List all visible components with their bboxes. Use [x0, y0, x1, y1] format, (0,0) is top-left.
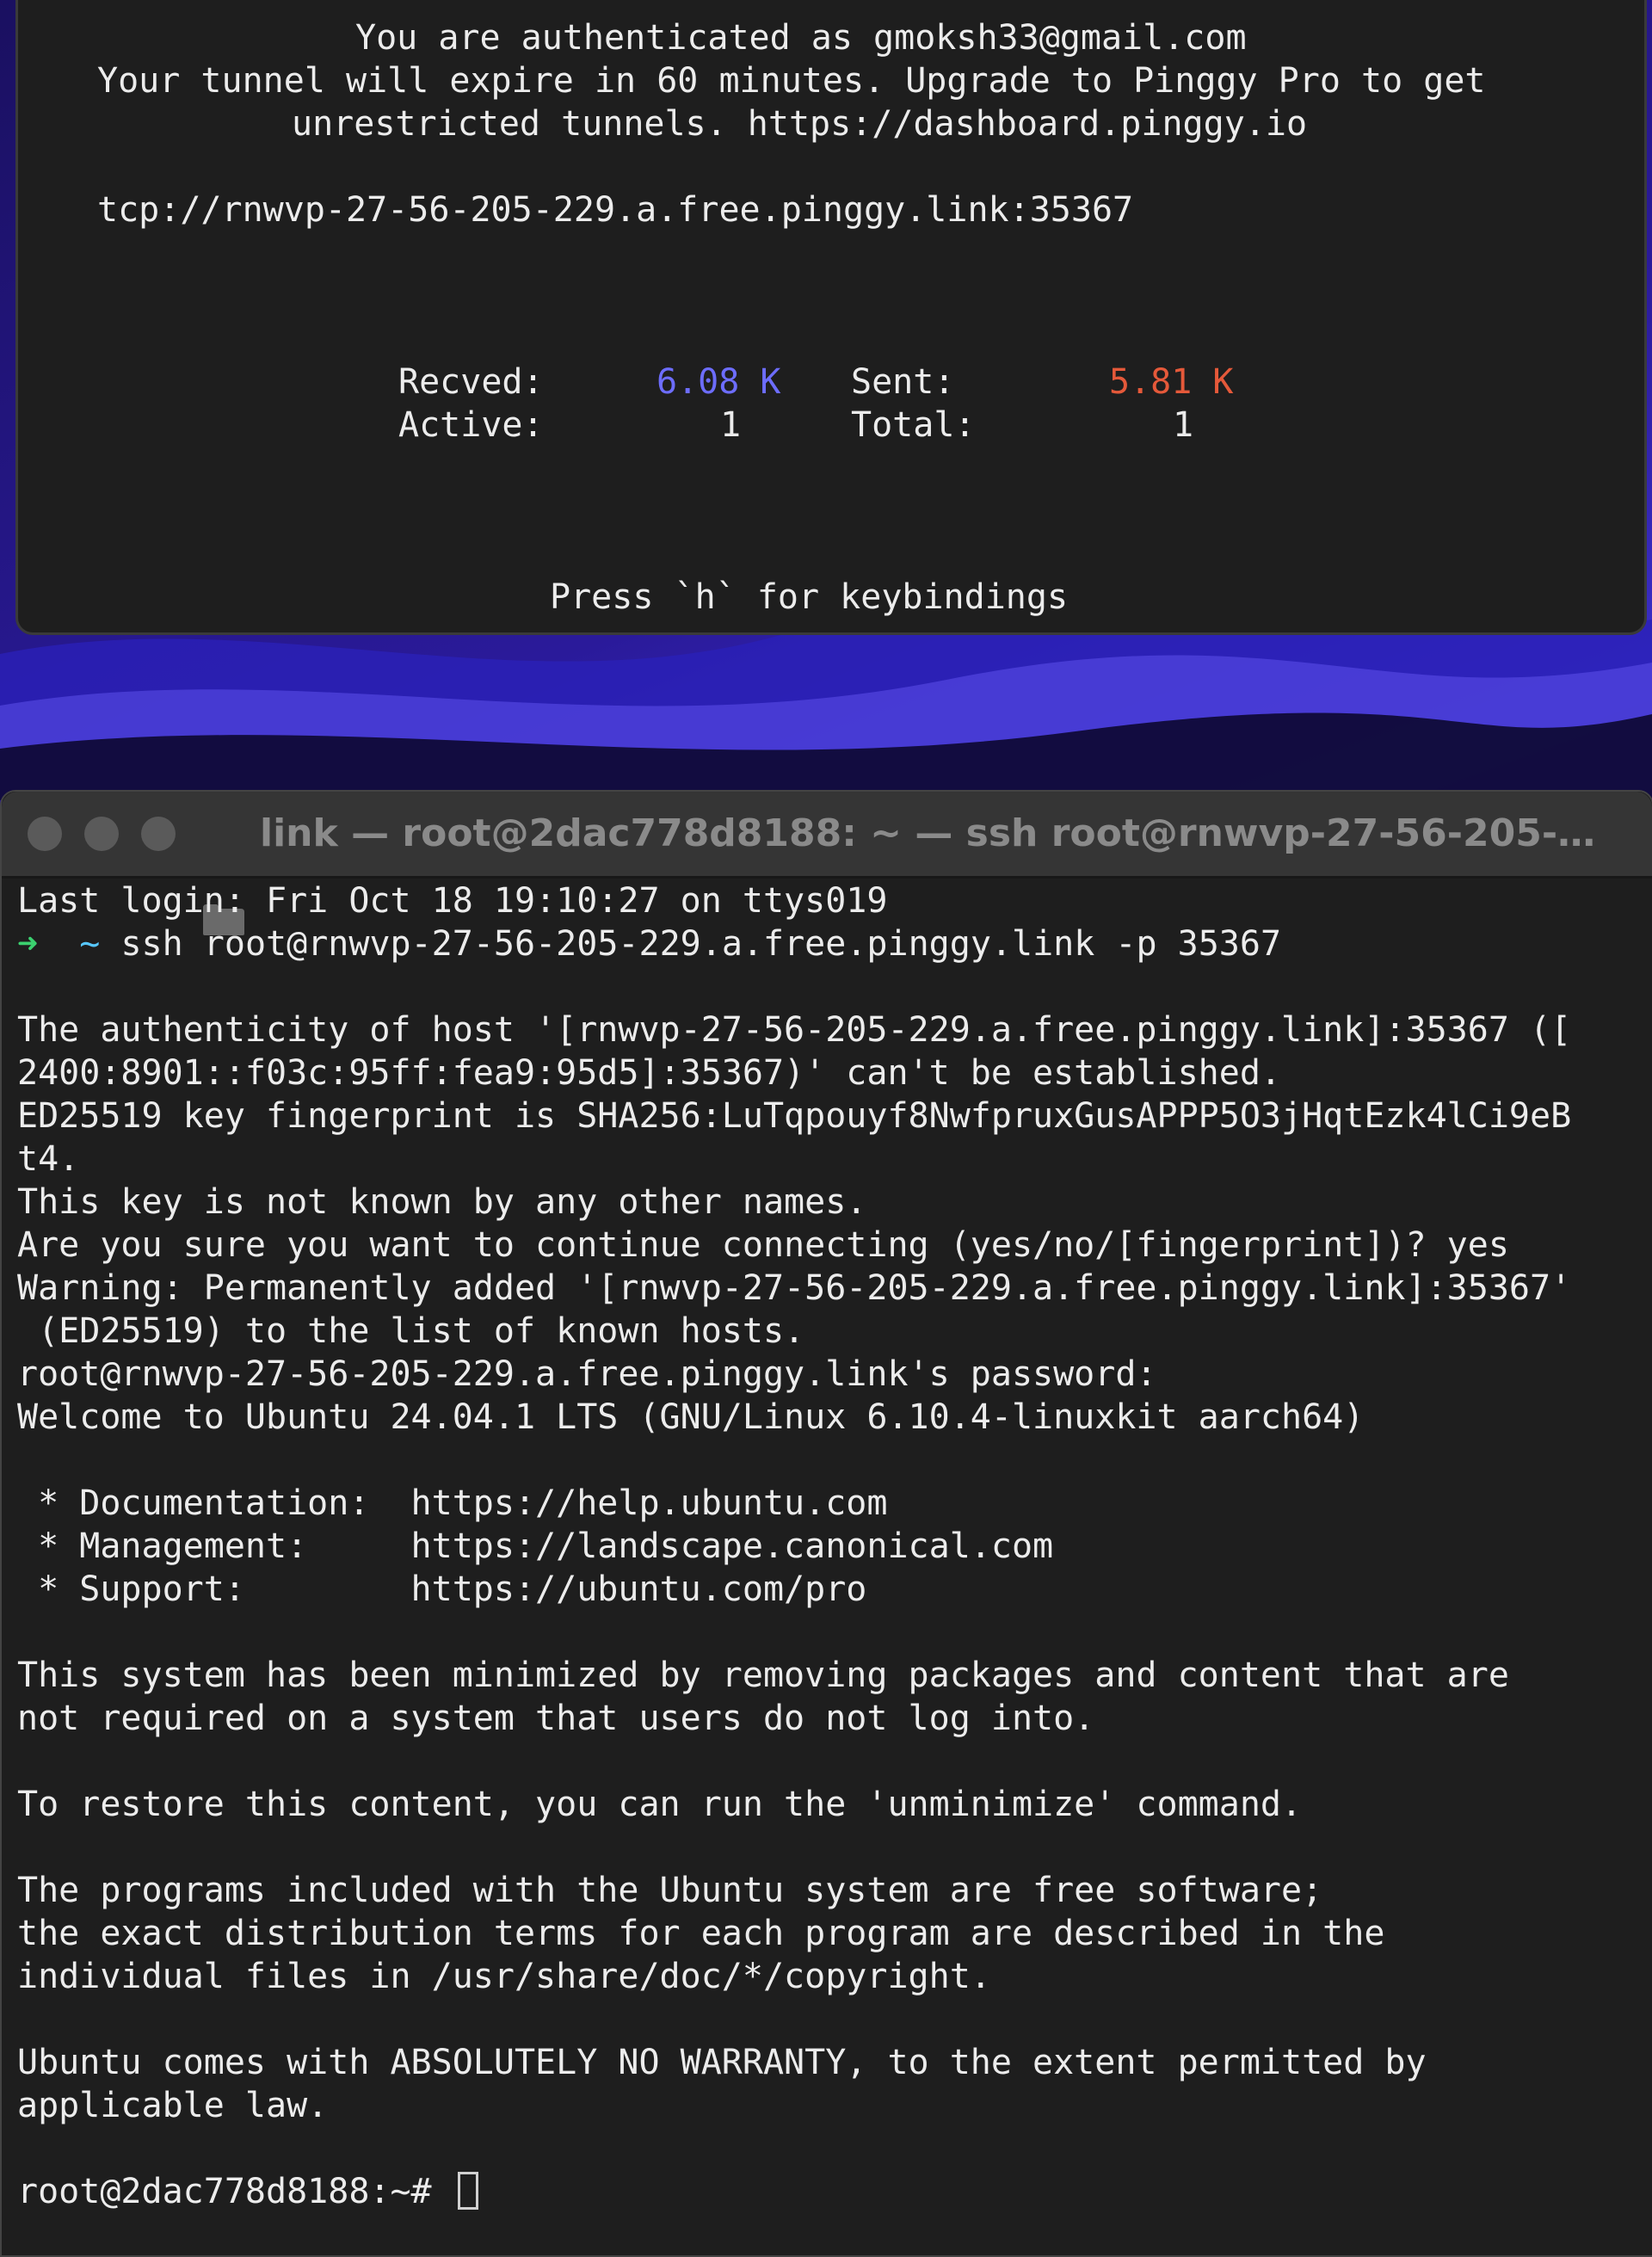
terminal-line: This key is not known by any other names… [17, 1182, 867, 1222]
ssh-terminal-window[interactable]: link — root@2dac778d8188: ~ — ssh root@r… [0, 790, 1652, 2257]
minimize-window-button[interactable] [84, 817, 119, 851]
window-titlebar[interactable]: link — root@2dac778d8188: ~ — ssh root@r… [2, 792, 1652, 935]
terminal-line: * Documentation: https://help.ubuntu.com [17, 1483, 888, 1523]
sent-value: 5.81 K [1109, 362, 1234, 402]
terminal-line: root@rnwvp-27-56-205-229.a.free.pinggy.l… [17, 1354, 1157, 1394]
terminal-line: Welcome to Ubuntu 24.04.1 LTS (GNU/Linux… [17, 1397, 1365, 1437]
prompt-dir: ~ [79, 924, 101, 964]
active-value: 1 [720, 405, 742, 445]
expire-line-1: Your tunnel will expire in 60 minutes. U… [97, 61, 1486, 101]
recved-value: 6.08 K [656, 362, 781, 402]
terminal-line: Last login: Fri Oct 18 19:10:27 on ttys0… [17, 881, 888, 921]
terminal-line: Warning: Permanently added '[rnwvp-27-56… [17, 1268, 1572, 1308]
terminal-line: Are you sure you want to continue connec… [17, 1225, 1509, 1265]
terminal-line: To restore this content, you can run the… [17, 1785, 1303, 1824]
terminal-line: applicable law. [17, 2086, 329, 2125]
command-line: ➜ ~ ssh root@rnwvp-27-56-205-229.a.free.… [17, 922, 1281, 965]
total-value: 1 [1173, 405, 1194, 445]
terminal-line: not required on a system that users do n… [17, 1699, 1095, 1738]
terminal-line: The programs included with the Ubuntu sy… [17, 1871, 1323, 1910]
terminal-line: The authenticity of host '[rnwvp-27-56-2… [17, 1010, 1572, 1050]
terminal-line: * Support: https://ubuntu.com/pro [17, 1569, 867, 1609]
tunnel-url[interactable]: tcp://rnwvp-27-56-205-229.a.free.pinggy.… [97, 188, 1133, 231]
folder-icon [201, 817, 246, 935]
window-title: link — root@2dac778d8188: ~ — ssh root@r… [260, 812, 1602, 855]
terminal-line: ED25519 key fingerprint is SHA256:LuTqpo… [17, 1096, 1572, 1136]
keybindings-hint: Press `h` for keybindings [550, 577, 1069, 617]
terminal-line: * Management: https://landscape.canonica… [17, 1526, 1054, 1566]
terminal-line: (ED25519) to the list of known hosts. [17, 1311, 805, 1351]
window-controls [28, 817, 176, 851]
sent-label: Sent: [851, 362, 955, 402]
text-cursor[interactable] [457, 2172, 478, 2210]
ssh-command: ssh root@rnwvp-27-56-205-229.a.free.ping… [120, 924, 1282, 964]
pinggy-terminal-window[interactable]: You are authenticated as gmoksh33@gmail.… [15, 0, 1647, 635]
auth-line: You are authenticated as gmoksh33@gmail.… [355, 18, 1247, 58]
terminal-line: 2400:8901::f03c:95ff:fea9:95d5]:35367)' … [17, 1053, 1282, 1093]
terminal-line: This system has been minimized by removi… [17, 1656, 1509, 1695]
total-label: Total: [851, 405, 976, 445]
zoom-window-button[interactable] [141, 817, 176, 851]
active-label: Active: [398, 405, 544, 445]
terminal-line: t4. [17, 1139, 80, 1179]
expire-line-2: unrestricted tunnels. https://dashboard.… [292, 104, 1308, 144]
close-window-button[interactable] [28, 817, 62, 851]
prompt-arrow-icon: ➜ [17, 924, 39, 964]
terminal-line: individual files in /usr/share/doc/*/cop… [17, 1957, 991, 1996]
terminal-line: the exact distribution terms for each pr… [17, 1914, 1385, 1953]
recved-label: Recved: [398, 362, 544, 402]
terminal-line: root@2dac778d8188:~# [17, 2170, 478, 2213]
terminal-line: Ubuntu comes with ABSOLUTELY NO WARRANTY… [17, 2043, 1427, 2082]
